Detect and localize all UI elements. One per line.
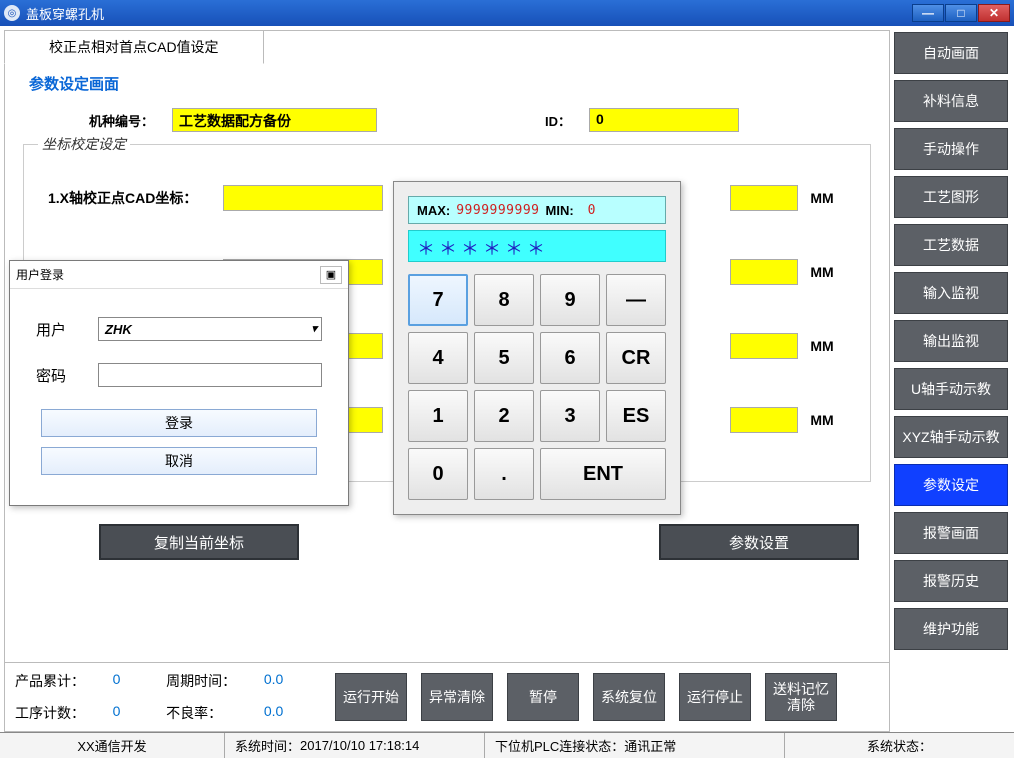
key-9[interactable]: 9 [540, 274, 600, 326]
side-process-graph[interactable]: 工艺图形 [894, 176, 1008, 218]
op-run-stop[interactable]: 运行停止 [679, 673, 751, 721]
window-titlebar: ◎ 盖板穿螺孔机 — □ ✕ [0, 0, 1014, 26]
op-feed-clear[interactable]: 送料记忆清除 [765, 673, 837, 721]
keypad-dialog: MAX: 9999999999 MIN: 0 ＊＊＊＊＊＊ 7 8 9 — 4 … [393, 181, 681, 515]
id-input[interactable]: 0 [589, 108, 739, 132]
key-0[interactable]: 0 [408, 448, 468, 500]
key-6[interactable]: 6 [540, 332, 600, 384]
proc-count-label: 工序计数： [15, 703, 109, 723]
coord1-label: 1.X轴校正点CAD坐标： [48, 188, 223, 208]
window-title: 盖板穿螺孔机 [26, 4, 912, 23]
app-icon: ◎ [4, 5, 20, 21]
key-8[interactable]: 8 [474, 274, 534, 326]
keypad-grid: 7 8 9 — 4 5 6 CR 1 2 3 ES 0 . ENT [408, 274, 666, 500]
op-run-start[interactable]: 运行开始 [335, 673, 407, 721]
status-sys: 系统状态： [785, 733, 1014, 758]
coord2-input-b[interactable] [730, 259, 798, 285]
password-input[interactable] [98, 363, 322, 387]
side-process-data[interactable]: 工艺数据 [894, 224, 1008, 266]
cancel-button[interactable]: 取消 [41, 447, 317, 475]
side-alarm-view[interactable]: 报警画面 [894, 512, 1008, 554]
key-1[interactable]: 1 [408, 390, 468, 442]
login-dialog: 用户登录 ▣ 用户 ZHK ▾ 密码 登录 [9, 260, 349, 506]
min-label: MIN: [546, 203, 574, 218]
key-2[interactable]: 2 [474, 390, 534, 442]
user-select[interactable]: ZHK ▾ [98, 317, 322, 341]
prod-total-value: 0 [113, 671, 144, 691]
keypad-input[interactable]: ＊＊＊＊＊＊ [408, 230, 666, 262]
side-feed-info[interactable]: 补料信息 [894, 80, 1008, 122]
coord4-unit: MM [798, 412, 846, 428]
close-button[interactable]: ✕ [978, 4, 1010, 22]
key-5[interactable]: 5 [474, 332, 534, 384]
key-cr[interactable]: CR [606, 332, 666, 384]
section-title: 参数设定画面 [29, 73, 875, 94]
login-title-text: 用户登录 [16, 266, 64, 283]
user-select-value: ZHK [105, 322, 132, 337]
status-time: 系统时间：2017/10/10 17:18:14 [225, 733, 485, 758]
fieldset-legend: 坐标校定设定 [38, 134, 130, 154]
param-set-button[interactable]: 参数设置 [659, 524, 859, 560]
status-comm: XX通信开发 [0, 733, 225, 758]
coord2-unit: MM [798, 264, 846, 280]
status-bar: XX通信开发 系统时间：2017/10/10 17:18:14 下位机PLC连接… [0, 732, 1014, 758]
maximize-button[interactable]: □ [945, 4, 977, 22]
side-xyz-teach[interactable]: XYZ轴手动示教 [894, 416, 1008, 458]
key-ent[interactable]: ENT [540, 448, 666, 500]
side-param-set[interactable]: 参数设定 [894, 464, 1008, 506]
side-alarm-history[interactable]: 报警历史 [894, 560, 1008, 602]
key-dot[interactable]: . [474, 448, 534, 500]
prod-total-label: 产品累计： [15, 671, 109, 691]
side-output-mon[interactable]: 输出监视 [894, 320, 1008, 362]
cycle-label: 周期时间： [166, 671, 260, 691]
side-auto[interactable]: 自动画面 [894, 32, 1008, 74]
proc-count-value: 0 [113, 703, 144, 723]
key-es[interactable]: ES [606, 390, 666, 442]
user-label: 用户 [36, 319, 84, 340]
min-value: 0 [588, 203, 596, 218]
side-nav: 自动画面 补料信息 手动操作 工艺图形 工艺数据 输入监视 输出监视 U轴手动示… [894, 26, 1014, 732]
side-manual[interactable]: 手动操作 [894, 128, 1008, 170]
model-label: 机种编号： [89, 111, 154, 130]
keypad-range: MAX: 9999999999 MIN: 0 [408, 196, 666, 224]
status-plc: 下位机PLC连接状态：通讯正常 [485, 733, 785, 758]
coord1-unit: MM [798, 190, 846, 206]
login-close-icon[interactable]: ▣ [320, 266, 342, 284]
main-panel: 校正点相对首点CAD值设定 参数设定画面 机种编号： 工艺数据配方备份 ID： … [4, 30, 890, 732]
side-u-teach[interactable]: U轴手动示教 [894, 368, 1008, 410]
coord1-input-b[interactable] [730, 185, 798, 211]
op-sys-reset[interactable]: 系统复位 [593, 673, 665, 721]
bottom-strip: 产品累计： 0 周期时间： 0.0 工序计数： 0 不良率： 0.0 运行开始 … [5, 662, 889, 731]
defect-label: 不良率： [166, 703, 260, 723]
max-label: MAX: [417, 203, 450, 218]
side-maintenance[interactable]: 维护功能 [894, 608, 1008, 650]
tab-calibration[interactable]: 校正点相对首点CAD值设定 [4, 30, 264, 64]
password-label: 密码 [36, 365, 84, 386]
key-minus[interactable]: — [606, 274, 666, 326]
id-label: ID： [545, 111, 571, 130]
minimize-button[interactable]: — [912, 4, 944, 22]
copy-coord-button[interactable]: 复制当前坐标 [99, 524, 299, 560]
model-input[interactable]: 工艺数据配方备份 [172, 108, 377, 132]
defect-value: 0.0 [264, 703, 307, 723]
op-clear-error[interactable]: 异常清除 [421, 673, 493, 721]
max-value: 9999999999 [456, 203, 539, 218]
coord3-unit: MM [798, 338, 846, 354]
key-4[interactable]: 4 [408, 332, 468, 384]
side-input-mon[interactable]: 输入监视 [894, 272, 1008, 314]
login-button[interactable]: 登录 [41, 409, 317, 437]
coord3-input-b[interactable] [730, 333, 798, 359]
login-dialog-title[interactable]: 用户登录 ▣ [10, 261, 348, 289]
op-pause[interactable]: 暂停 [507, 673, 579, 721]
cycle-value: 0.0 [264, 671, 307, 691]
coord4-input-b[interactable] [730, 407, 798, 433]
key-7[interactable]: 7 [408, 274, 468, 326]
coord1-input-a[interactable] [223, 185, 383, 211]
key-3[interactable]: 3 [540, 390, 600, 442]
chevron-down-icon: ▾ [311, 322, 317, 335]
